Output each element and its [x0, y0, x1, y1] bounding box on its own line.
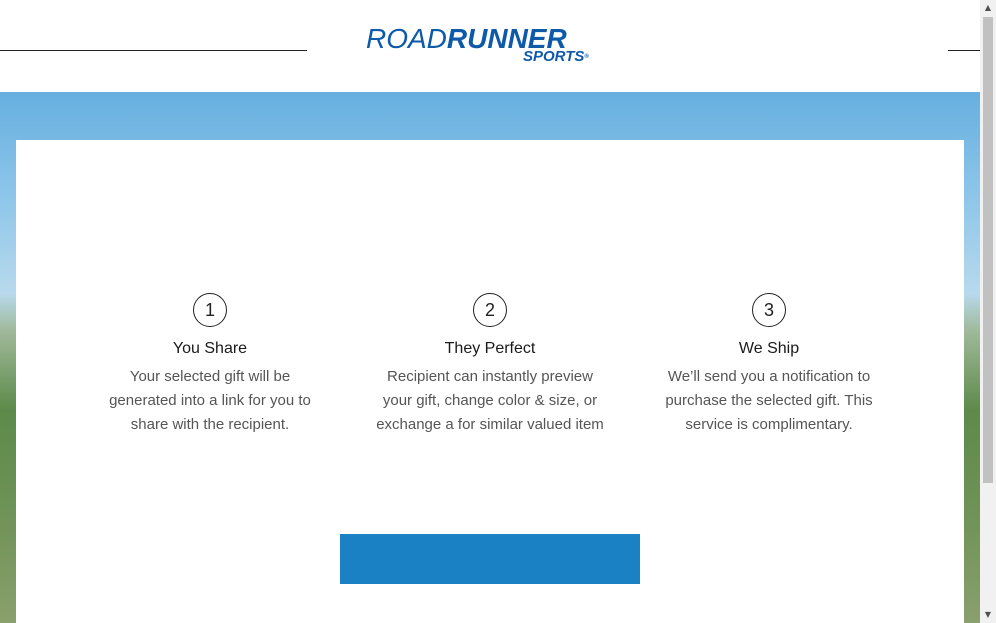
scroll-down-arrow-icon[interactable]: ▼	[980, 607, 996, 623]
logo-subtitle: SPORTS®	[523, 49, 589, 65]
scrollbar-thumb[interactable]	[983, 17, 993, 483]
site-header: ROADRUNNER SPORTS®	[0, 0, 980, 92]
header-divider-left	[0, 50, 307, 51]
step-description: Your selected gift will be generated int…	[109, 368, 311, 433]
step-description: We’ll send you a notification to purchas…	[665, 368, 873, 433]
step-they-perfect: 2 They Perfect Recipient can instantly p…	[370, 293, 610, 437]
scroll-up-arrow-icon[interactable]: ▲	[980, 0, 996, 16]
vertical-scrollbar[interactable]: ▲ ▼	[980, 0, 996, 623]
logo-road: ROAD	[366, 23, 447, 54]
step-number-badge: 1	[193, 293, 227, 327]
step-number-badge: 3	[752, 293, 786, 327]
step-you-share: 1 You Share Your selected gift will be g…	[90, 293, 330, 437]
primary-cta-button[interactable]	[340, 534, 640, 584]
step-we-ship: 3 We Ship We’ll send you a notification …	[649, 293, 889, 437]
step-title: They Perfect	[444, 340, 536, 357]
roadrunner-sports-logo[interactable]: ROADRUNNER SPORTS®	[366, 24, 616, 68]
step-description: Recipient can instantly preview your gif…	[376, 368, 604, 433]
step-title: We Ship	[738, 340, 800, 357]
header-divider-right	[948, 50, 980, 51]
logo-registered-mark: ®	[584, 54, 589, 60]
step-title: You Share	[172, 340, 248, 357]
step-number-badge: 2	[473, 293, 507, 327]
logo-sports: SPORTS	[523, 48, 585, 65]
